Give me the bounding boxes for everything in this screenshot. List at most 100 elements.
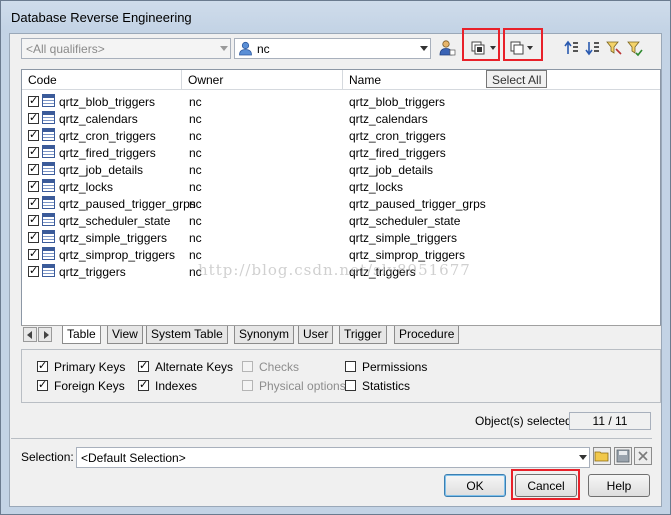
table-icon	[42, 196, 55, 209]
move-to-top-button[interactable]	[563, 39, 583, 59]
table-row[interactable]: qrtz_fired_triggers nc qrtz_fired_trigge…	[22, 144, 660, 161]
chevron-right-icon	[44, 331, 49, 339]
row-checkbox[interactable]	[28, 128, 39, 141]
table-row[interactable]: qrtz_blob_triggers nc qrtz_blob_triggers	[22, 93, 660, 110]
row-checkbox[interactable]	[28, 230, 39, 243]
row-checkbox[interactable]	[28, 179, 39, 192]
row-name: qrtz_simprop_triggers	[349, 248, 466, 262]
table-row[interactable]: qrtz_locks nc qrtz_locks	[22, 178, 660, 195]
chevron-down-icon	[420, 46, 428, 51]
deselect-all-button[interactable]	[508, 39, 528, 59]
table-row[interactable]: qrtz_simple_triggers nc qrtz_simple_trig…	[22, 229, 660, 246]
qualifier-combo[interactable]: <All qualifiers>	[21, 38, 231, 59]
table-icon	[42, 111, 55, 124]
foreign-keys-checkbox[interactable]	[37, 378, 48, 391]
row-name: qrtz_locks	[349, 180, 404, 194]
row-owner: nc	[189, 163, 202, 177]
deselect-all-icon	[510, 41, 524, 55]
row-checkbox[interactable]	[28, 196, 39, 209]
row-owner: nc	[189, 248, 202, 262]
row-checkbox[interactable]	[28, 94, 39, 107]
alternate-keys-checkbox[interactable]	[138, 359, 149, 372]
row-name: qrtz_simple_triggers	[349, 231, 458, 245]
row-name: qrtz_calendars	[349, 112, 428, 126]
table-icon	[42, 145, 55, 158]
tab-system-table[interactable]: System Table	[146, 326, 228, 344]
object-list: Code Owner Name qrtz_blob_triggers nc qr…	[21, 69, 661, 344]
alternate-keys-label: Alternate Keys	[155, 360, 234, 374]
indexes-checkbox[interactable]	[138, 378, 149, 391]
help-button[interactable]: Help	[588, 474, 650, 497]
filter-icon	[606, 41, 622, 55]
tab-trigger[interactable]: Trigger	[339, 326, 387, 344]
selection-combo[interactable]: <Default Selection>	[76, 447, 590, 468]
row-checkbox[interactable]	[28, 213, 39, 226]
save-selection-button[interactable]	[614, 447, 632, 465]
column-header-code[interactable]: Code	[22, 70, 182, 90]
primary-keys-checkbox[interactable]	[37, 359, 48, 372]
user-select-icon	[439, 40, 456, 56]
checks-checkbox	[242, 361, 253, 372]
chevron-down-icon	[579, 455, 587, 460]
title-bar[interactable]: Database Reverse Engineering	[1, 1, 670, 33]
row-code: qrtz_paused_trigger_grps	[59, 197, 196, 211]
sort-ascending-icon	[564, 40, 578, 54]
tab-scroll-right-button[interactable]	[38, 327, 52, 342]
owner-combo[interactable]: nc	[234, 38, 431, 59]
row-checkbox[interactable]	[28, 162, 39, 175]
clear-filter-button[interactable]	[626, 39, 646, 59]
row-checkbox[interactable]	[28, 111, 39, 124]
filter-button[interactable]	[605, 39, 625, 59]
statistics-checkbox[interactable]	[345, 380, 356, 391]
tab-table[interactable]: Table	[62, 326, 101, 344]
statistics-label: Statistics	[362, 379, 411, 393]
chevron-left-icon	[27, 331, 32, 339]
select-all-tooltip: Select All	[486, 70, 548, 88]
filter-clear-icon	[627, 41, 643, 57]
highlight-box-cancel	[511, 469, 580, 500]
table-icon	[42, 179, 55, 192]
object-type-tabs: Table View System Table Synonym User Tri…	[21, 325, 661, 344]
ok-button[interactable]: OK	[444, 474, 506, 497]
tab-procedure[interactable]: Procedure	[394, 326, 460, 344]
row-code: qrtz_fired_triggers	[59, 146, 156, 160]
tab-scroll-left-button[interactable]	[23, 327, 37, 342]
row-checkbox[interactable]	[28, 247, 39, 260]
table-row[interactable]: qrtz_paused_trigger_grps nc qrtz_paused_…	[22, 195, 660, 212]
row-code: qrtz_blob_triggers	[59, 95, 156, 109]
table-row[interactable]: qrtz_job_details nc qrtz_job_details	[22, 161, 660, 178]
primary-keys-label: Primary Keys	[54, 360, 126, 374]
column-header-owner[interactable]: Owner	[182, 70, 343, 90]
select-all-button[interactable]	[469, 39, 489, 59]
move-to-bottom-button[interactable]	[584, 39, 604, 59]
row-code: qrtz_job_details	[59, 163, 144, 177]
row-owner: nc	[189, 95, 202, 109]
tab-synonym[interactable]: Synonym	[234, 326, 295, 344]
table-icon	[42, 264, 55, 277]
row-name: qrtz_fired_triggers	[349, 146, 446, 160]
open-selection-button[interactable]	[593, 447, 611, 465]
delete-selection-button[interactable]	[634, 447, 652, 465]
table-row[interactable]: qrtz_scheduler_state nc qrtz_scheduler_s…	[22, 212, 660, 229]
select-owner-button[interactable]	[438, 39, 458, 59]
objects-selected-label: Object(s) selected:	[475, 414, 576, 428]
row-checkbox[interactable]	[28, 264, 39, 277]
physical-options-checkbox	[242, 380, 253, 391]
table-icon	[42, 128, 55, 141]
row-name: qrtz_job_details	[349, 163, 434, 177]
tab-view[interactable]: View	[107, 326, 143, 344]
table-row[interactable]: qrtz_cron_triggers nc qrtz_cron_triggers	[22, 127, 660, 144]
table-row[interactable]: qrtz_calendars nc qrtz_calendars	[22, 110, 660, 127]
row-code: qrtz_calendars	[59, 112, 138, 126]
chevron-down-icon	[220, 46, 228, 51]
table-icon	[42, 247, 55, 260]
row-owner: nc	[189, 214, 202, 228]
tab-user[interactable]: User	[298, 326, 334, 344]
table-icon	[42, 213, 55, 226]
permissions-checkbox[interactable]	[345, 361, 356, 372]
row-checkbox[interactable]	[28, 145, 39, 158]
list-header: Code Owner Name	[22, 70, 660, 90]
deselect-all-dropdown-icon[interactable]	[527, 46, 533, 50]
select-all-dropdown-icon[interactable]	[490, 46, 496, 50]
indexes-label: Indexes	[155, 379, 198, 393]
